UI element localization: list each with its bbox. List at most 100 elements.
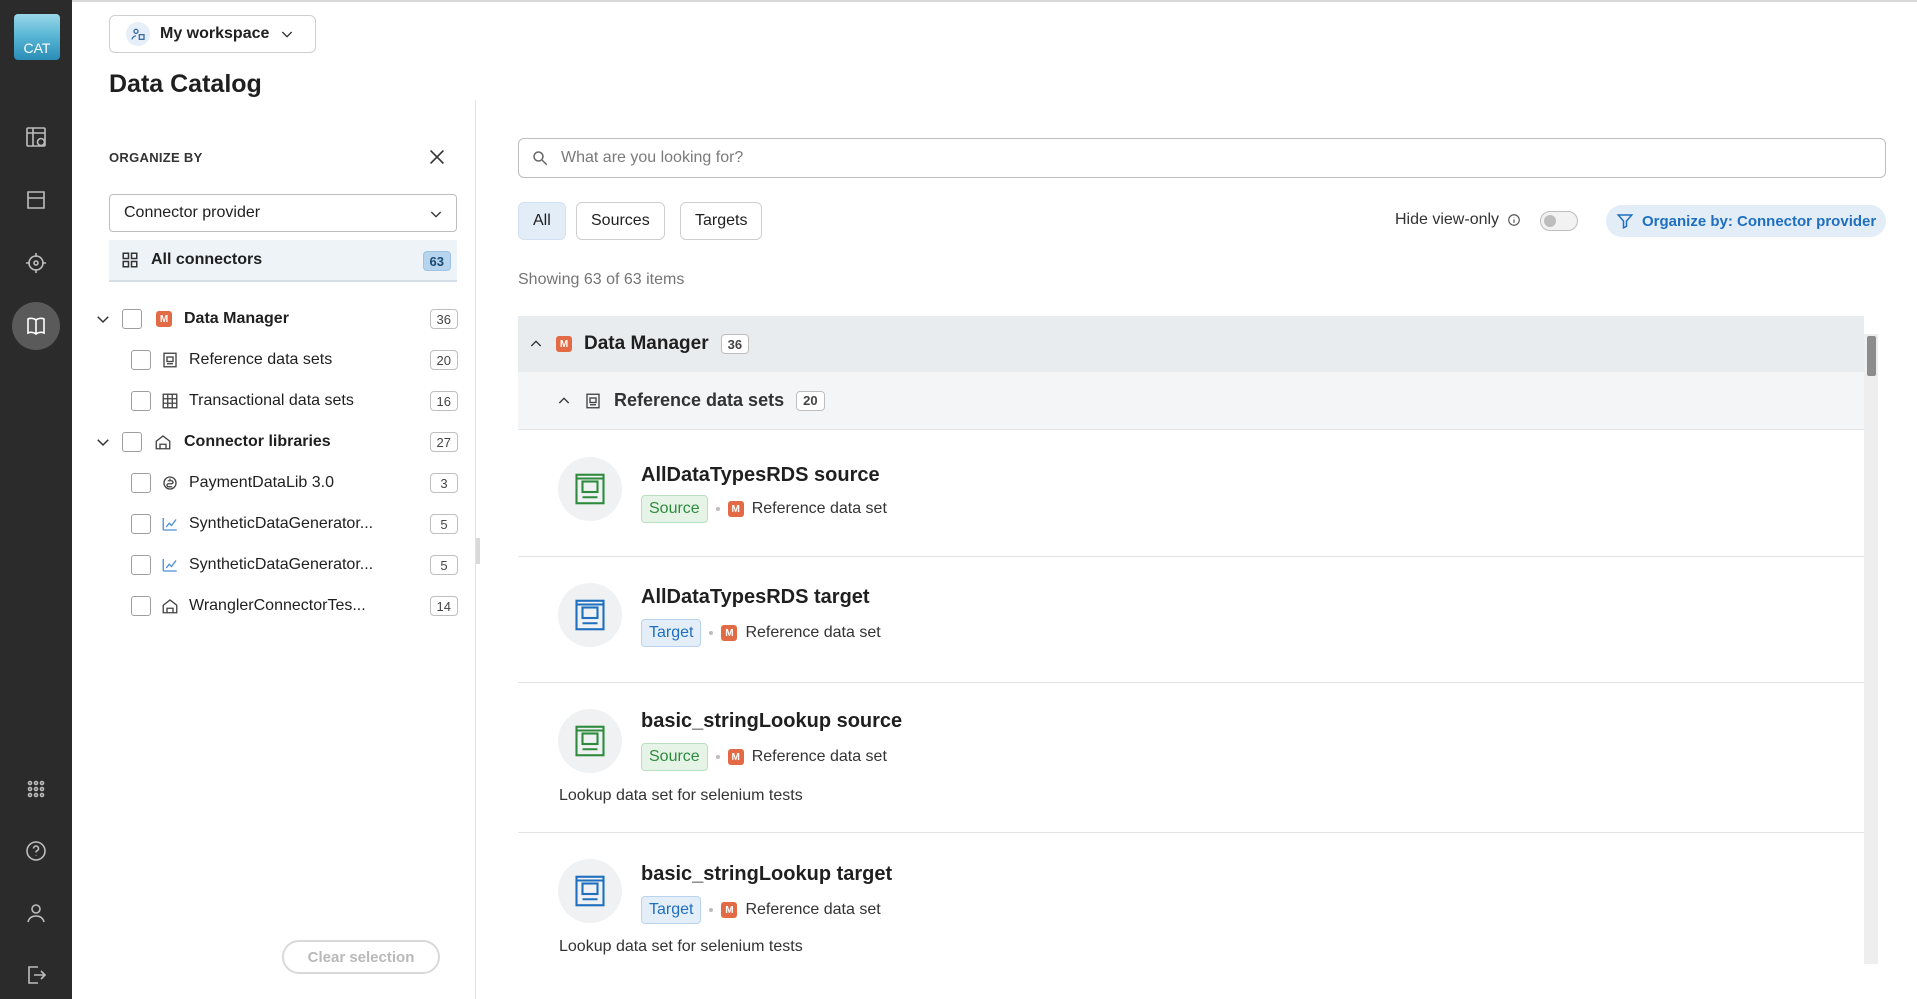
separator-dot bbox=[715, 755, 720, 759]
book-icon[interactable] bbox=[12, 302, 60, 350]
reference-data-set-icon bbox=[558, 583, 622, 647]
checkbox[interactable] bbox=[131, 350, 151, 370]
tree-item-count: 5 bbox=[430, 514, 458, 534]
item-description: Lookup data set for selenium tests bbox=[559, 787, 803, 804]
results-count: Showing 63 of 63 items bbox=[518, 271, 685, 288]
synthetic-data-icon bbox=[162, 559, 177, 572]
data-manager-icon: M bbox=[727, 501, 744, 517]
catalog-item[interactable]: basic_stringLookup target Target M Refer… bbox=[518, 833, 1864, 999]
item-meta: Target M Reference data set bbox=[641, 619, 881, 647]
reference-data-set-icon bbox=[163, 352, 177, 368]
search-input[interactable] bbox=[561, 149, 1761, 167]
item-name[interactable]: basic_stringLookup source bbox=[641, 710, 902, 733]
chevron-down-icon[interactable] bbox=[94, 310, 112, 328]
data-manager-icon: M bbox=[721, 902, 738, 918]
item-name[interactable]: AllDataTypesRDS source bbox=[641, 464, 880, 487]
table-icon[interactable] bbox=[12, 113, 60, 161]
separator-dot bbox=[709, 908, 714, 912]
item-meta: Source M Reference data set bbox=[641, 743, 887, 771]
workspace-selector[interactable]: My workspace bbox=[109, 15, 316, 53]
chevron-up-icon[interactable] bbox=[528, 336, 544, 352]
panel-resize-handle[interactable] bbox=[476, 538, 480, 564]
item-description: Lookup data set for selenium tests bbox=[559, 938, 803, 955]
filter-all[interactable]: All bbox=[518, 202, 566, 240]
target-tag: Target bbox=[641, 896, 702, 924]
top-border bbox=[72, 0, 1917, 2]
tree-item[interactable]: SyntheticDataGenerator... 5 bbox=[131, 549, 458, 581]
logout-icon[interactable] bbox=[12, 951, 60, 999]
tree-item-label: Transactional data sets bbox=[189, 392, 354, 409]
close-icon[interactable] bbox=[426, 146, 448, 168]
catalog-item[interactable]: basic_stringLookup source Source M Refer… bbox=[518, 683, 1864, 833]
nav-rail: CAT bbox=[0, 0, 72, 999]
group-header-data-manager[interactable]: M Data Manager 36 bbox=[518, 316, 1864, 372]
catalog-item[interactable]: AllDataTypesRDS source Source M Referenc… bbox=[518, 431, 1864, 557]
organize-panel: ORGANIZE BY Connector provider All conne… bbox=[72, 100, 476, 999]
item-name[interactable]: basic_stringLookup target bbox=[641, 863, 892, 886]
checkbox[interactable] bbox=[131, 473, 151, 493]
all-connectors-count: 63 bbox=[422, 251, 451, 271]
search-box[interactable] bbox=[518, 138, 1886, 178]
catalog-item[interactable]: AllDataTypesRDS target Target M Referenc… bbox=[518, 557, 1864, 683]
data-manager-icon: M bbox=[556, 336, 572, 352]
crosshair-icon[interactable] bbox=[12, 239, 60, 287]
checkbox[interactable] bbox=[131, 391, 151, 411]
page-title: Data Catalog bbox=[109, 70, 262, 98]
filter-sources[interactable]: Sources bbox=[576, 202, 665, 240]
checkbox[interactable] bbox=[131, 555, 151, 575]
transactional-data-set-icon bbox=[162, 393, 178, 409]
scrollbar-track[interactable] bbox=[1864, 334, 1878, 964]
checkbox[interactable] bbox=[131, 596, 151, 616]
logo-text: CAT bbox=[23, 40, 51, 56]
hide-view-only-label: Hide view-only bbox=[1395, 211, 1521, 229]
reference-data-set-icon bbox=[558, 457, 622, 521]
app-logo[interactable]: CAT bbox=[14, 14, 60, 60]
clear-selection-button[interactable]: Clear selection bbox=[282, 940, 440, 974]
checkbox[interactable] bbox=[131, 514, 151, 534]
folder-icon[interactable] bbox=[12, 176, 60, 224]
tree-item[interactable]: Transactional data sets 16 bbox=[131, 385, 458, 417]
hide-view-only-toggle[interactable] bbox=[1540, 211, 1578, 231]
hide-view-only-text: Hide view-only bbox=[1395, 211, 1500, 228]
all-connectors-label: All connectors bbox=[151, 251, 263, 268]
item-meta: Target M Reference data set bbox=[641, 896, 881, 924]
tree-item-count: 5 bbox=[430, 555, 458, 575]
item-kind: Reference data set bbox=[745, 901, 881, 918]
tree-item-count: 3 bbox=[430, 473, 458, 493]
library-icon bbox=[162, 599, 178, 614]
organize-select-value: Connector provider bbox=[124, 204, 261, 221]
item-kind: Reference data set bbox=[745, 624, 881, 641]
checkbox[interactable] bbox=[122, 309, 142, 329]
tree-item-count: 20 bbox=[429, 350, 458, 370]
chevron-up-icon[interactable] bbox=[556, 393, 572, 409]
workspace-label: My workspace bbox=[160, 25, 270, 42]
search-icon bbox=[533, 151, 548, 166]
help-icon[interactable] bbox=[12, 827, 60, 875]
subgroup-header-reference-data-sets[interactable]: Reference data sets 20 bbox=[518, 372, 1864, 430]
tree-item[interactable]: PaymentDataLib 3.0 3 bbox=[131, 467, 458, 499]
info-icon[interactable] bbox=[1507, 213, 1521, 227]
separator-dot bbox=[709, 631, 714, 635]
user-icon[interactable] bbox=[12, 889, 60, 937]
all-connectors-item[interactable]: All connectors 63 bbox=[109, 240, 457, 282]
organize-select[interactable]: Connector provider bbox=[109, 194, 457, 232]
tree-group-count: 27 bbox=[429, 432, 458, 452]
filter-targets[interactable]: Targets bbox=[680, 202, 763, 240]
organize-by-label: ORGANIZE BY bbox=[109, 150, 203, 165]
tree-item[interactable]: SyntheticDataGenerator... 5 bbox=[131, 508, 458, 540]
apps-grid-icon[interactable] bbox=[12, 765, 60, 813]
checkbox[interactable] bbox=[122, 432, 142, 452]
chevron-down-icon[interactable] bbox=[94, 433, 112, 451]
organize-by-button[interactable]: Organize by: Connector provider bbox=[1606, 205, 1886, 237]
workspace-icon bbox=[126, 22, 150, 46]
tree-group-data-manager[interactable]: M Data Manager 36 bbox=[94, 303, 458, 335]
tree-group-connector-libraries[interactable]: Connector libraries 27 bbox=[94, 426, 458, 458]
scrollbar-thumb[interactable] bbox=[1867, 336, 1876, 376]
reference-data-set-icon bbox=[558, 709, 622, 773]
item-name[interactable]: AllDataTypesRDS target bbox=[641, 586, 870, 609]
tree-group-label: Connector libraries bbox=[184, 433, 331, 450]
tree-item[interactable]: Reference data sets 20 bbox=[131, 344, 458, 376]
tree-item[interactable]: WranglerConnectorTes... 14 bbox=[131, 590, 458, 622]
group-label: Data Manager bbox=[584, 333, 709, 354]
filter-icon bbox=[1616, 214, 1634, 229]
